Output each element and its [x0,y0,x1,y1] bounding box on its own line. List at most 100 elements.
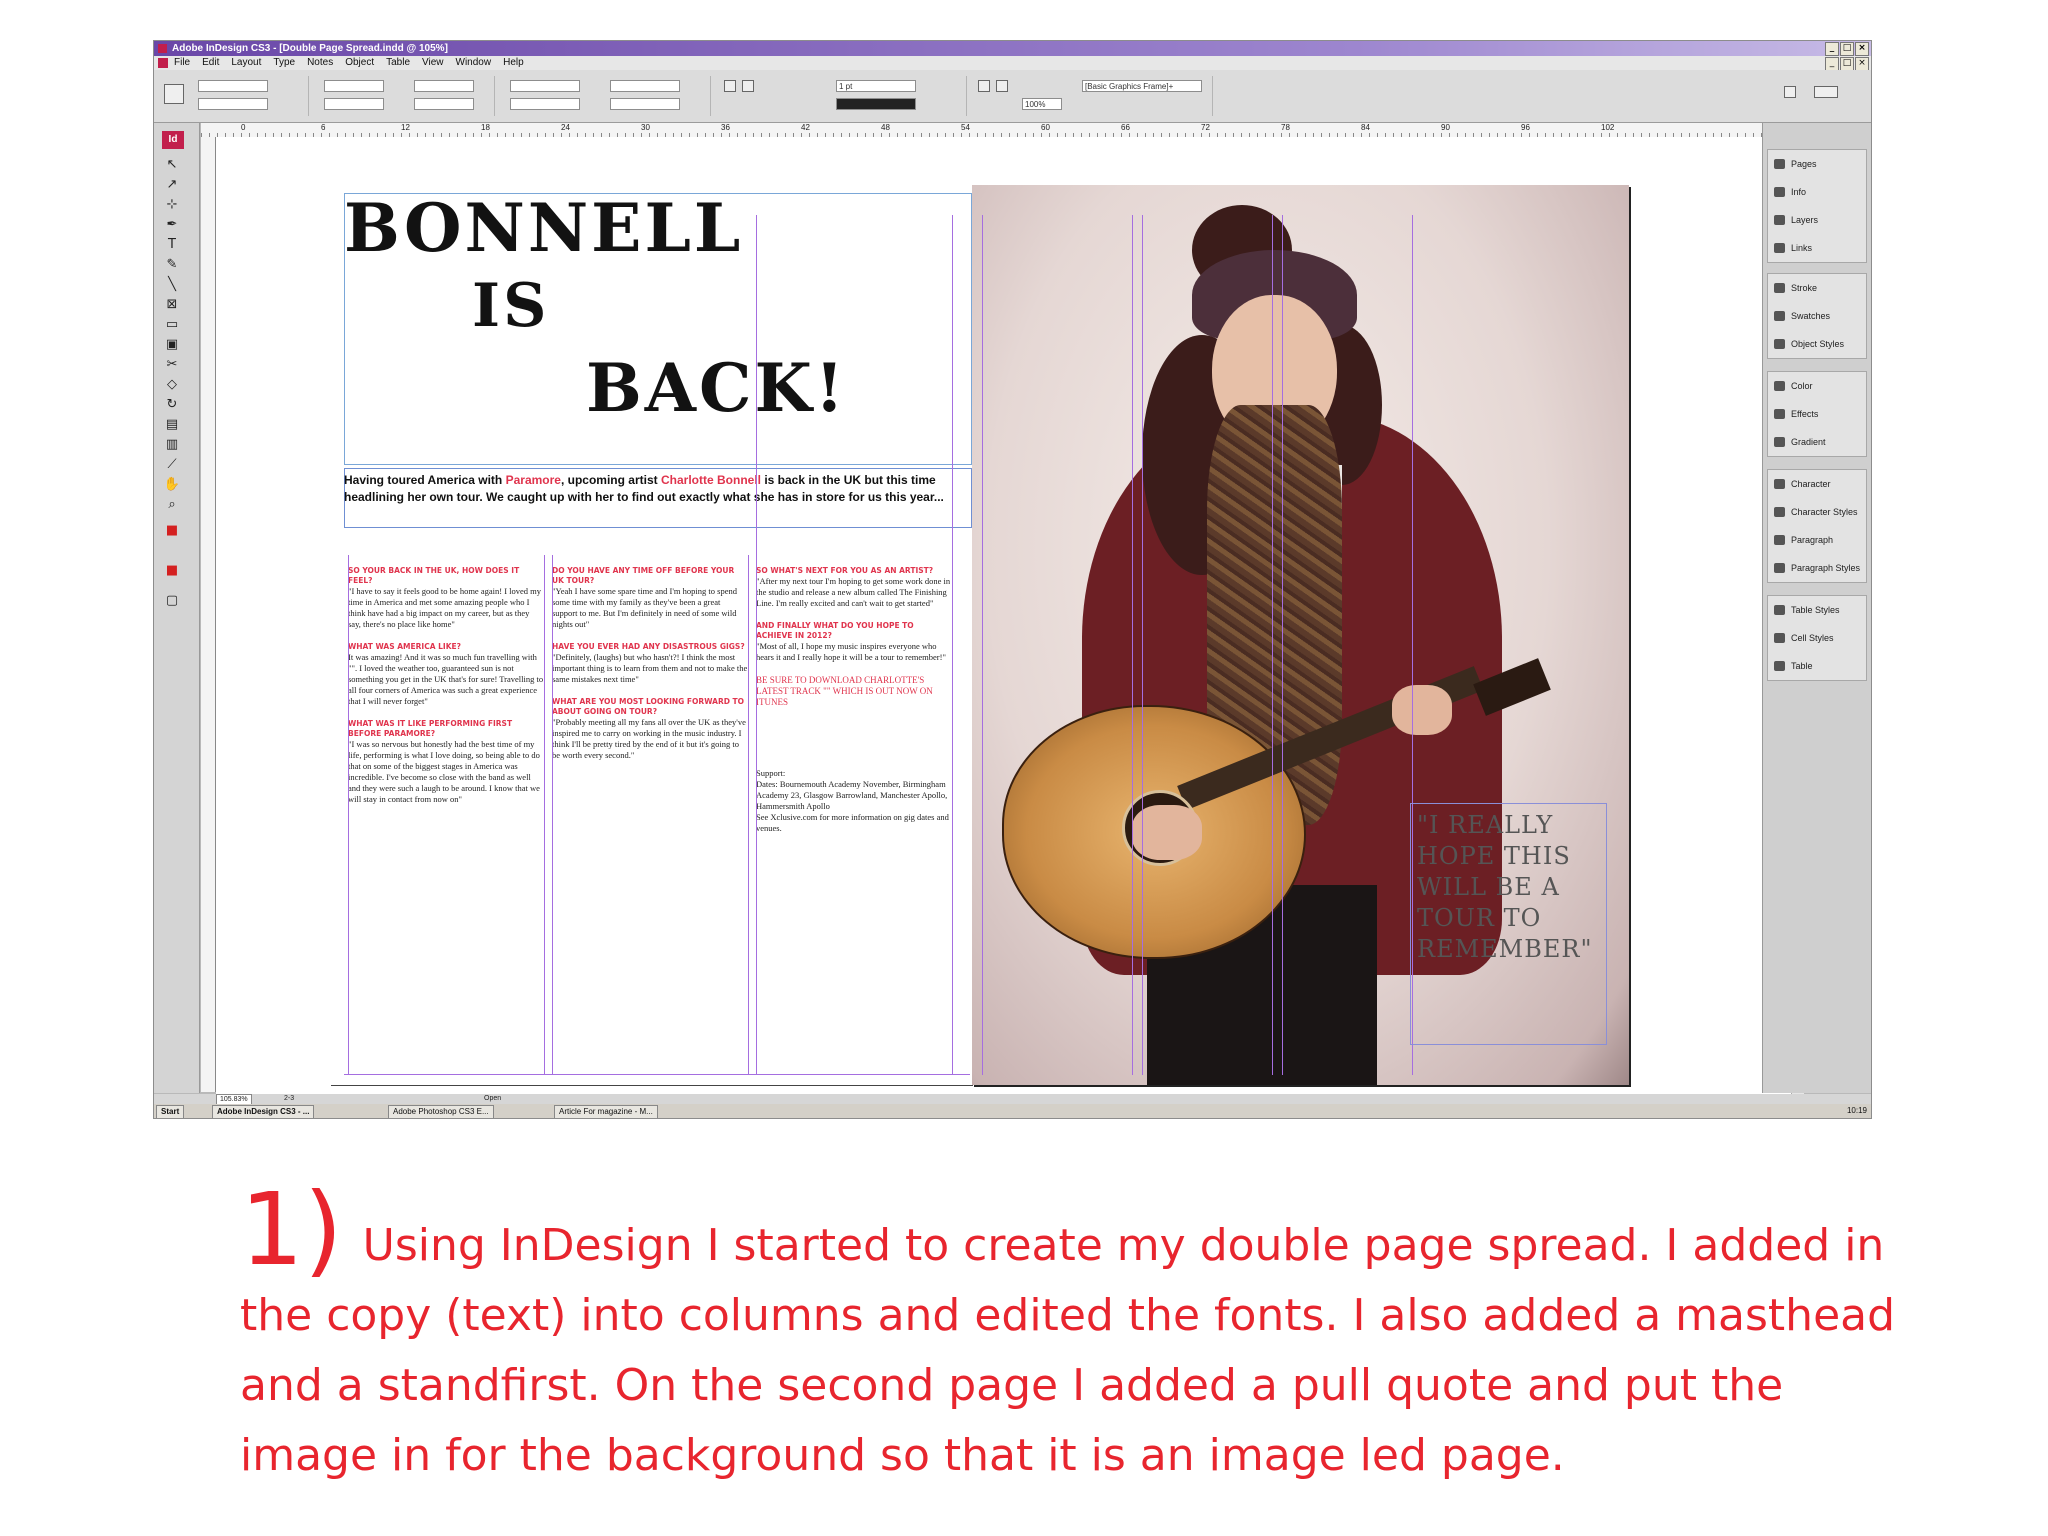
stroke-weight-field[interactable]: 1 pt [836,80,916,92]
panel-table-styles[interactable]: Table Styles [1768,596,1866,624]
reference-point-group [158,76,309,116]
panel-table[interactable]: Table [1768,652,1866,680]
start-button[interactable]: Start [156,1105,185,1118]
fit-frame-icon[interactable] [996,80,1008,92]
minimize-button[interactable]: _ [1825,42,1839,56]
task-indesign[interactable]: Adobe InDesign CS3 - ... [212,1105,315,1118]
fill-stroke-swatch-icon[interactable]: ■ [163,523,181,539]
menu-view[interactable]: View [422,56,444,70]
scale-y-field[interactable] [414,98,474,110]
doc-minimize-button[interactable]: _ [1825,57,1839,71]
rectangle-tool-icon[interactable]: ▭ [163,317,181,333]
panel-info[interactable]: Info [1768,178,1866,206]
x-field[interactable] [198,80,268,92]
menu-window[interactable]: Window [456,56,492,70]
y-field[interactable] [198,98,268,110]
panel-effects[interactable]: Effects [1768,400,1866,428]
panel-object-styles[interactable]: Object Styles [1768,330,1866,358]
panel-group-3: Color Effects Gradient [1767,371,1867,457]
panel-character-styles[interactable]: Character Styles [1768,498,1866,526]
margin-guide [344,1074,970,1075]
scissors-tool-icon[interactable]: ✂ [163,357,181,373]
open-status[interactable]: Open [484,1094,501,1104]
task-article-document[interactable]: Article For magazine - M... [554,1105,658,1118]
menu-file[interactable]: File [174,56,190,70]
menu-help[interactable]: Help [503,56,524,70]
height-field[interactable] [324,98,384,110]
answer: "After my next tour I'm hoping to get so… [756,576,951,608]
menu-table[interactable]: Table [386,56,410,70]
rotate-tool-icon[interactable]: ↻ [163,397,181,413]
maximize-button[interactable]: □ [1840,42,1854,56]
view-mode-icon[interactable]: ▢ [163,593,181,609]
menu-type[interactable]: Type [273,56,295,70]
doc-close-button[interactable]: × [1855,57,1869,71]
links-icon [1774,243,1785,253]
text-column-1[interactable]: SO YOUR BACK IN THE UK, HOW DOES IT FEEL… [348,562,544,817]
object-style-select[interactable]: [Basic Graphics Frame]+ [1082,80,1202,92]
pen-tool-icon[interactable]: ✒ [163,217,181,233]
panel-pages[interactable]: Pages [1768,150,1866,178]
standfirst: Having toured America with Paramore, upc… [344,473,944,504]
scale-x-field[interactable] [414,80,474,92]
lightning-icon[interactable] [1784,86,1796,98]
menu-object[interactable]: Object [345,56,374,70]
rotate-field[interactable] [510,80,580,92]
panel-swatches[interactable]: Swatches [1768,302,1866,330]
close-button[interactable]: × [1855,42,1869,56]
panel-color[interactable]: Color [1768,372,1866,400]
button-tool-icon[interactable]: ▣ [163,337,181,353]
panel-menu-icon[interactable] [1814,86,1838,98]
column-guide [756,215,757,1075]
hand-tool-icon[interactable]: ✋ [163,477,181,493]
skew-field[interactable] [610,98,680,110]
shear-field[interactable] [510,98,580,110]
free-transform-tool-icon[interactable]: ◇ [163,377,181,393]
eyedropper-tool-icon[interactable]: ⟋ [163,457,181,473]
note-tool-icon[interactable]: ▥ [163,437,181,453]
panel-gradient[interactable]: Gradient [1768,428,1866,456]
page-number-field[interactable]: 2-3 [284,1094,294,1104]
gradient-tool-icon[interactable]: ▤ [163,417,181,433]
angle-field[interactable] [610,80,680,92]
menu-notes[interactable]: Notes [307,56,333,70]
line-tool-icon[interactable]: ╲ [163,277,181,293]
zoom-tool-icon[interactable]: ⌕ [163,497,181,513]
text-column-3[interactable]: SO WHAT'S NEXT FOR YOU AS AN ARTIST? "Af… [756,562,952,846]
effects-icon [1774,409,1785,419]
menu-layout[interactable]: Layout [231,56,261,70]
width-field[interactable] [324,80,384,92]
panel-group-4: Character Character Styles Paragraph Par… [1767,469,1867,583]
task-photoshop[interactable]: Adobe Photoshop CS3 E... [388,1105,494,1118]
zoom-percent-field[interactable]: 100% [1022,98,1062,110]
pencil-tool-icon[interactable]: ✎ [163,257,181,273]
panel-character[interactable]: Character [1768,470,1866,498]
stroke-type-select[interactable] [836,98,916,110]
photo-hand [1392,685,1452,735]
panel-group-2: Stroke Swatches Object Styles [1767,273,1867,359]
direct-selection-tool-icon[interactable]: ↗ [163,177,181,193]
menu-edit[interactable]: Edit [202,56,219,70]
vertical-ruler [201,137,216,1092]
right-page-image[interactable]: "I REALLY HOPE THIS WILL BE A TOUR TO RE… [972,185,1629,1085]
position-tool-icon[interactable]: ⊹ [163,197,181,213]
column-guide [1282,215,1283,1075]
text-column-2[interactable]: DO YOU HAVE ANY TIME OFF BEFORE YOUR UK … [552,562,748,773]
fit-content-icon[interactable] [978,80,990,92]
answer: "Definitely, (laughs) but who hasn't?! I… [552,652,748,684]
panel-layers[interactable]: Layers [1768,206,1866,234]
selection-tool-icon[interactable]: ↖ [163,157,181,173]
type-tool-icon[interactable]: T [163,237,181,253]
answer: It was amazing! And it was so much fun t… [348,652,544,706]
apply-color-icon[interactable]: ■ [163,563,181,579]
panel-links[interactable]: Links [1768,234,1866,262]
flip-vertical-icon[interactable] [742,80,754,92]
panel-cell-styles[interactable]: Cell Styles [1768,624,1866,652]
rectangle-frame-tool-icon[interactable]: ⊠ [163,297,181,313]
panel-paragraph-styles[interactable]: Paragraph Styles [1768,554,1866,582]
flip-horizontal-icon[interactable] [724,80,736,92]
panel-stroke[interactable]: Stroke [1768,274,1866,302]
reference-point-icon[interactable] [164,84,184,104]
doc-restore-button[interactable]: □ [1840,57,1854,71]
panel-paragraph[interactable]: Paragraph [1768,526,1866,554]
